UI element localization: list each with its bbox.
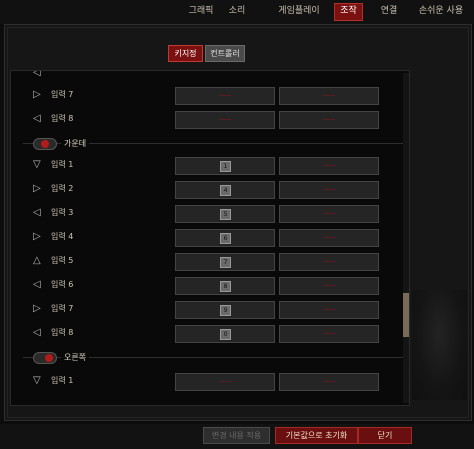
secondary-key-slot[interactable] xyxy=(279,205,379,223)
primary-key-slot[interactable]: 6 xyxy=(175,229,275,247)
row-label: 입력 8 xyxy=(51,114,74,123)
list-item: ▽ 입력 1 xyxy=(11,371,403,391)
primary-key-slot[interactable]: 1 xyxy=(175,157,275,175)
secondary-key-slot[interactable] xyxy=(279,111,379,129)
row-label: 입력 7 xyxy=(51,304,74,313)
primary-key-slot[interactable]: 4 xyxy=(175,181,275,199)
key-glyph: 5 xyxy=(220,209,231,220)
close-button[interactable]: 닫기 xyxy=(358,427,412,444)
key-glyph: 4 xyxy=(220,185,231,196)
secondary-key-slot[interactable] xyxy=(279,157,379,175)
key-glyph: 9 xyxy=(220,305,231,316)
list-item: ◁ xyxy=(11,70,403,83)
tab-controller[interactable]: 컨트롤러 xyxy=(205,45,245,62)
tab-keyboard[interactable]: 키지정 xyxy=(168,45,203,62)
triangle-icon: ▷ xyxy=(33,183,41,194)
row-label: 입력 4 xyxy=(51,232,74,241)
row-label: 입력 3 xyxy=(51,208,74,217)
top-tab-bar: 그래픽 소리 게임플레이 조작 연결 손쉬운 사용 xyxy=(0,0,474,24)
row-label: 입력 6 xyxy=(51,280,74,289)
secondary-key-slot[interactable] xyxy=(279,277,379,295)
triangle-icon: ▷ xyxy=(33,89,41,100)
list-item: ◁ 입력 6 8 xyxy=(11,275,403,295)
secondary-key-slot[interactable] xyxy=(279,253,379,271)
list-item: ◁ 입력 8 xyxy=(11,109,403,129)
key-glyph: 6 xyxy=(220,233,231,244)
secondary-key-slot[interactable] xyxy=(279,373,379,391)
tab-connection[interactable]: 연결 xyxy=(378,3,400,19)
tab-accessibility[interactable]: 손쉬운 사용 xyxy=(416,3,466,19)
row-label: 입력 5 xyxy=(51,256,74,265)
triangle-icon: ◁ xyxy=(33,327,41,338)
tab-sound[interactable]: 소리 xyxy=(226,3,248,19)
keybind-list[interactable]: ◁ ▷ 입력 7 ◁ 입력 8 가운데 ▽ 입력 1 1 ▷ 입력 2 4 ◁ … xyxy=(10,70,410,406)
scrollbar-track[interactable] xyxy=(403,73,409,403)
triangle-icon: △ xyxy=(33,255,41,266)
reset-defaults-button[interactable]: 기본값으로 초기화 xyxy=(275,427,358,444)
apply-changes-button[interactable]: 변경 내용 적용 xyxy=(203,427,270,444)
list-item: ▷ 입력 7 xyxy=(11,85,403,105)
key-glyph: 8 xyxy=(220,281,231,292)
key-glyph: 0 xyxy=(220,329,231,340)
list-item: ▷ 입력 7 9 xyxy=(11,299,403,319)
section-title: 가운데 xyxy=(61,137,90,150)
primary-key-slot[interactable] xyxy=(175,373,275,391)
secondary-key-slot[interactable] xyxy=(279,87,379,105)
triangle-icon: ▽ xyxy=(33,375,41,386)
triangle-icon: ▷ xyxy=(33,231,41,242)
list-item: ◁ 입력 3 5 xyxy=(11,203,403,223)
triangle-icon: ◁ xyxy=(33,207,41,218)
triangle-icon: ▷ xyxy=(33,303,41,314)
tab-controls[interactable]: 조작 xyxy=(334,3,363,21)
row-label: 입력 2 xyxy=(51,184,74,193)
triangle-icon: ▽ xyxy=(33,159,41,170)
scrollbar-thumb[interactable] xyxy=(403,293,409,337)
secondary-key-slot[interactable] xyxy=(279,181,379,199)
primary-key-slot[interactable]: 8 xyxy=(175,277,275,295)
section-title: 오른쪽 xyxy=(61,351,90,364)
primary-key-slot[interactable]: 5 xyxy=(175,205,275,223)
triangle-icon: ◁ xyxy=(33,113,41,124)
list-item: △ 입력 5 7 xyxy=(11,251,403,271)
row-label: 입력 1 xyxy=(51,376,74,385)
tab-gameplay[interactable]: 게임플레이 xyxy=(276,3,322,19)
list-item: ▽ 입력 1 1 xyxy=(11,155,403,175)
primary-key-slot[interactable]: 7 xyxy=(175,253,275,271)
primary-key-slot[interactable]: 0 xyxy=(175,325,275,343)
list-item: ▷ 입력 4 6 xyxy=(11,227,403,247)
tab-graphics[interactable]: 그래픽 xyxy=(186,3,216,19)
key-glyph: 1 xyxy=(220,161,231,172)
primary-key-slot[interactable]: 9 xyxy=(175,301,275,319)
secondary-key-slot[interactable] xyxy=(279,301,379,319)
toggle-knob xyxy=(41,140,49,148)
list-item: ◁ 입력 8 0 xyxy=(11,323,403,343)
row-label: 입력 1 xyxy=(51,160,74,169)
toggle-knob xyxy=(45,354,53,362)
section-header-right: 오른쪽 xyxy=(11,349,403,367)
list-item: ▷ 입력 2 4 xyxy=(11,179,403,199)
key-glyph: 7 xyxy=(220,257,231,268)
primary-key-slot[interactable] xyxy=(175,87,275,105)
secondary-key-slot[interactable] xyxy=(279,229,379,247)
row-label: 입력 7 xyxy=(51,90,74,99)
triangle-icon: ◁ xyxy=(33,279,41,290)
section-toggle[interactable] xyxy=(33,352,57,364)
triangle-icon: ◁ xyxy=(33,70,41,78)
primary-key-slot[interactable] xyxy=(175,111,275,129)
section-header-center: 가운데 xyxy=(11,135,403,153)
section-toggle[interactable] xyxy=(33,138,57,150)
ornament-decoration xyxy=(412,290,467,400)
row-label: 입력 8 xyxy=(51,328,74,337)
secondary-key-slot[interactable] xyxy=(279,325,379,343)
